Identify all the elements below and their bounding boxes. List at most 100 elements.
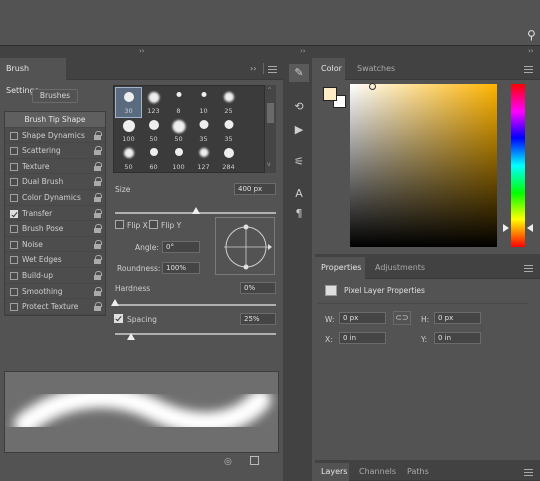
brush-option-11[interactable]: Smoothing (5, 284, 105, 300)
history-icon[interactable]: ⟲ (289, 98, 309, 116)
brush-option-4[interactable]: Dual Brush (5, 174, 105, 190)
lock-icon[interactable] (94, 286, 102, 296)
tab-layers[interactable]: Layers (315, 463, 349, 481)
brush-option-12[interactable]: Protect Texture (5, 299, 105, 315)
brush-tip-preset[interactable]: 100 (116, 116, 141, 145)
spacing-field[interactable]: 25% (240, 313, 276, 325)
foreground-color-swatch[interactable] (323, 87, 337, 101)
brush-grid-scrollbar[interactable]: ^ v (265, 85, 276, 173)
angle-roundness-widget[interactable] (215, 217, 275, 275)
color-picker-marker[interactable] (369, 83, 376, 90)
x-field[interactable]: 0 in (339, 332, 386, 344)
hue-slider[interactable] (511, 84, 525, 247)
color-field[interactable] (350, 84, 497, 247)
brush-tip-preset[interactable]: 100 (166, 144, 191, 172)
brush-option-checkbox[interactable] (10, 287, 18, 296)
lock-icon[interactable] (94, 193, 102, 202)
brush-option-6[interactable]: Transfer (5, 206, 105, 222)
brush-option-checkbox[interactable] (10, 272, 18, 280)
brush-tip-preset[interactable]: 25 (216, 88, 241, 117)
scroll-up-icon[interactable]: ^ (267, 87, 272, 94)
flip-y-checkbox[interactable] (149, 220, 158, 229)
brush-tip-preset[interactable]: 60 (141, 144, 166, 172)
brush-option-8[interactable]: Noise (5, 237, 105, 253)
brush-tip-preset[interactable]: 30 (115, 87, 142, 118)
lock-icon[interactable] (94, 161, 102, 171)
collapse-right-icon[interactable]: ›› (528, 47, 534, 55)
link-dimensions-icon[interactable]: ⊂⊃ (393, 311, 411, 325)
brush-option-3[interactable]: Texture (5, 159, 105, 175)
brush-option-10[interactable]: Build-up (5, 268, 105, 284)
brush-option-7[interactable]: Brush Pose (5, 221, 105, 237)
y-field[interactable]: 0 in (434, 332, 481, 344)
brush-tip-preset[interactable]: 35 (216, 116, 241, 145)
lock-icon[interactable] (94, 146, 102, 156)
brush-option-checkbox[interactable] (10, 162, 18, 171)
tab-swatches[interactable]: Swatches (351, 58, 401, 80)
tab-color[interactable]: Color (315, 58, 345, 80)
scroll-down-icon[interactable]: v (267, 161, 271, 168)
brushes-button[interactable]: Brushes (32, 89, 78, 103)
brush-option-2[interactable]: Scattering (5, 143, 105, 159)
collapse-mid-icon[interactable]: ›› (300, 47, 306, 55)
tab-adjustments[interactable]: Adjustments (369, 257, 431, 279)
brush-tip-preset[interactable]: 284 (216, 144, 241, 172)
lock-icon[interactable] (94, 224, 102, 234)
brush-option-checkbox[interactable] (10, 209, 18, 218)
roundness-field[interactable]: 100% (162, 262, 200, 274)
lock-icon[interactable] (94, 177, 102, 187)
spacing-checkbox[interactable] (114, 314, 123, 323)
brush-option-1[interactable]: Shape Dynamics (5, 128, 105, 144)
angle-field[interactable]: 0° (162, 241, 200, 253)
panel-menu-icon[interactable] (268, 66, 277, 73)
brush-tip-preset[interactable]: 50 (116, 144, 141, 172)
brush-tip-preset[interactable]: 50 (141, 116, 166, 145)
tab-paths[interactable]: Paths (401, 463, 435, 481)
search-icon[interactable]: ⚲ (527, 28, 536, 42)
brush-tip-preset[interactable]: 35 (191, 116, 216, 145)
collapse-left-icon[interactable]: ›› (139, 47, 145, 55)
brush-option-0[interactable]: Brush Tip Shape (5, 112, 105, 128)
spacing-slider-thumb[interactable] (127, 333, 136, 340)
hardness-field[interactable]: 0% (240, 282, 276, 294)
lock-icon[interactable] (94, 255, 102, 265)
angle-dial-icon[interactable] (216, 218, 276, 276)
flip-x-checkbox[interactable] (115, 220, 124, 229)
lock-icon[interactable] (94, 208, 102, 218)
play-icon[interactable]: ▶ (289, 121, 309, 139)
properties-menu-icon[interactable] (524, 265, 533, 272)
width-field[interactable]: 0 px (339, 312, 386, 324)
brush-tip-preset[interactable]: 10 (191, 88, 216, 117)
scrollbar-thumb[interactable] (267, 103, 274, 123)
height-field[interactable]: 0 px (434, 312, 481, 324)
brush-option-checkbox[interactable] (10, 240, 18, 249)
hardness-slider-track[interactable] (115, 304, 276, 306)
brush-option-checkbox[interactable] (10, 147, 18, 156)
toggle-live-tip-icon[interactable]: ◎ (224, 457, 232, 467)
brush-tip-preset[interactable]: 123 (141, 88, 166, 117)
create-new-brush-icon[interactable] (250, 456, 259, 465)
brush-option-checkbox[interactable] (10, 194, 18, 202)
brush-tip-preset[interactable]: 8 (166, 88, 191, 117)
tab-properties[interactable]: Properties (315, 257, 365, 279)
lock-icon[interactable] (94, 130, 102, 140)
spacing-slider-track[interactable] (115, 333, 276, 335)
hue-slider-right-arrow[interactable] (527, 224, 533, 232)
brush-option-checkbox[interactable] (10, 256, 18, 265)
layers-menu-icon[interactable] (524, 469, 533, 476)
lock-icon[interactable] (94, 302, 102, 312)
lock-icon[interactable] (94, 239, 102, 249)
brush-option-checkbox[interactable] (10, 303, 18, 312)
brush-option-checkbox[interactable] (10, 225, 18, 234)
brush-option-9[interactable]: Wet Edges (5, 252, 105, 268)
brush-settings-icon[interactable]: ✎ (289, 64, 309, 82)
hue-slider-left-arrow[interactable] (503, 224, 509, 232)
hardness-slider-thumb[interactable] (111, 299, 119, 306)
adjust-icon[interactable]: ⚟ (289, 153, 309, 171)
character-icon[interactable]: A (289, 185, 309, 203)
expand-icon[interactable]: ›› (250, 64, 256, 73)
brush-option-checkbox[interactable] (10, 131, 18, 140)
size-field[interactable]: 400 px (234, 183, 276, 195)
brush-tip-preset[interactable]: 127 (191, 144, 216, 172)
color-menu-icon[interactable] (524, 66, 533, 73)
